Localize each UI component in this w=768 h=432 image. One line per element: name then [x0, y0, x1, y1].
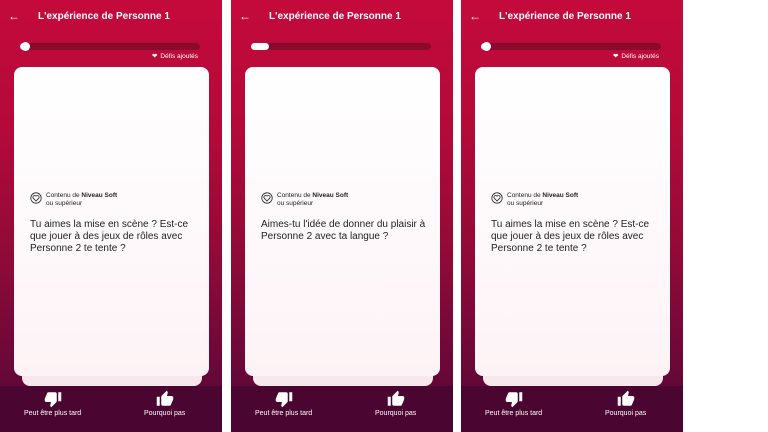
- question-text: Aimes-tu l'idée de donner du plaisir à P…: [261, 219, 426, 242]
- level-info: Contenu de Niveau Soft ou supérieur: [261, 192, 348, 208]
- page-title: L'expérience de Personne 1: [269, 10, 401, 22]
- level-suffix: ou supérieur: [277, 200, 314, 207]
- maybe-later-label: Peut être plus tard: [485, 410, 543, 417]
- why-not-button[interactable]: Pourquoi pas: [605, 390, 646, 417]
- thumbs-up-icon: [387, 390, 404, 406]
- thumbs-down-icon: [275, 392, 292, 408]
- progress-knob: [482, 42, 491, 51]
- bottom-action-bar: Peut être plus tard Pourquoi pas: [461, 386, 683, 432]
- top-bar: ← L'expérience de Personne 1: [239, 8, 445, 24]
- heart-badge-icon: [491, 192, 503, 204]
- level-text: Contenu de Niveau Soft ou supérieur: [277, 192, 348, 208]
- screen-3: ← L'expérience de Personne 1 ❤ Défis ajo…: [461, 0, 683, 432]
- heart-badge-icon: [261, 192, 273, 204]
- level-prefix: Contenu de: [507, 192, 543, 199]
- thumbs-up-icon: [156, 390, 173, 406]
- thumbs-down-icon: [505, 392, 522, 408]
- why-not-button[interactable]: Pourquoi pas: [375, 390, 416, 417]
- heart-icon: ❤: [151, 53, 158, 60]
- added-challenges: ❤ Défis ajoutés: [151, 52, 198, 61]
- maybe-later-button[interactable]: Peut être plus tard: [255, 390, 312, 417]
- level-prefix: Contenu de: [277, 192, 313, 199]
- maybe-later-label: Peut être plus tard: [24, 410, 82, 417]
- why-not-label: Pourquoi pas: [375, 410, 417, 417]
- page-title: L'expérience de Personne 1: [499, 10, 631, 22]
- added-challenges-label: Défis ajoutés: [160, 52, 198, 60]
- maybe-later-button[interactable]: Peut être plus tard: [24, 390, 81, 417]
- thumbs-up-icon: [617, 390, 634, 406]
- progress-knob: [21, 42, 30, 51]
- why-not-button[interactable]: Pourquoi pas: [144, 390, 185, 417]
- question-card[interactable]: Contenu de Niveau Soft ou supérieur Aime…: [245, 67, 440, 376]
- level-prefix: Contenu de: [46, 192, 82, 199]
- question-card[interactable]: Contenu de Niveau Soft ou supérieur Tu a…: [14, 67, 209, 376]
- level-name: Niveau Soft: [542, 192, 579, 199]
- added-challenges: ❤ Défis ajoutés: [612, 52, 659, 61]
- added-challenges-label: Défis ajoutés: [621, 52, 659, 60]
- back-arrow-icon[interactable]: ←: [8, 8, 30, 24]
- level-suffix: ou supérieur: [507, 200, 544, 207]
- why-not-label: Pourquoi pas: [144, 410, 186, 417]
- back-arrow-icon[interactable]: ←: [239, 8, 261, 24]
- level-name: Niveau Soft: [312, 192, 349, 199]
- screen-1: ← L'expérience de Personne 1 ❤ Défis ajo…: [0, 0, 222, 432]
- level-info: Contenu de Niveau Soft ou supérieur: [491, 192, 578, 208]
- heart-icon: ❤: [612, 53, 619, 60]
- progress-bar: [251, 43, 431, 50]
- page-title: L'expérience de Personne 1: [38, 10, 170, 22]
- level-info: Contenu de Niveau Soft ou supérieur: [30, 192, 117, 208]
- level-text: Contenu de Niveau Soft ou supérieur: [46, 192, 117, 208]
- back-arrow-icon[interactable]: ←: [469, 8, 491, 24]
- question-text: Tu aimes la mise en scène ? Est-ce que j…: [491, 219, 650, 254]
- question-text: Tu aimes la mise en scène ? Est-ce que j…: [30, 219, 189, 254]
- screen-2: ← L'expérience de Personne 1 Contenu de …: [231, 0, 453, 432]
- question-card[interactable]: Contenu de Niveau Soft ou supérieur Tu a…: [475, 67, 670, 376]
- thumbs-down-icon: [44, 392, 61, 408]
- top-bar: ← L'expérience de Personne 1: [8, 8, 214, 24]
- maybe-later-label: Peut être plus tard: [255, 410, 313, 417]
- level-name: Niveau Soft: [81, 192, 118, 199]
- heart-badge-icon: [30, 192, 42, 204]
- progress-bar: [20, 42, 200, 51]
- bottom-action-bar: Peut être plus tard Pourquoi pas: [231, 386, 453, 432]
- top-bar: ← L'expérience de Personne 1: [469, 8, 675, 24]
- maybe-later-button[interactable]: Peut être plus tard: [485, 390, 542, 417]
- level-text: Contenu de Niveau Soft ou supérieur: [507, 192, 578, 208]
- bottom-action-bar: Peut être plus tard Pourquoi pas: [0, 386, 222, 432]
- level-suffix: ou supérieur: [46, 200, 83, 207]
- progress-fill: [251, 43, 269, 50]
- progress-bar: [481, 42, 661, 51]
- why-not-label: Pourquoi pas: [605, 410, 647, 417]
